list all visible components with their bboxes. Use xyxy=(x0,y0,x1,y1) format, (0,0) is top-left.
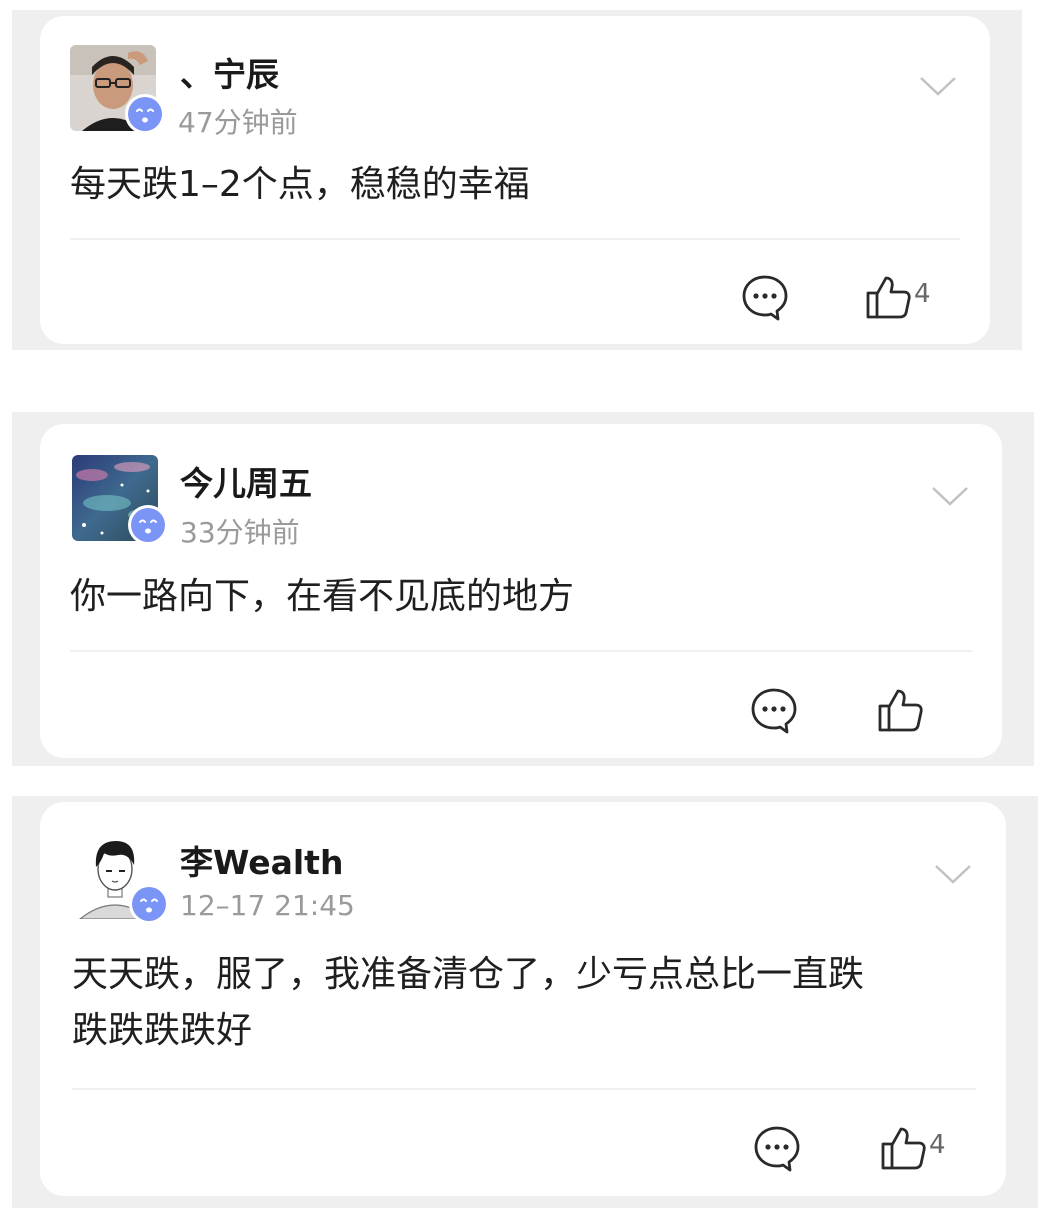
smiling-face-icon xyxy=(125,94,165,134)
post-content: 每天跌1–2个点，稳稳的幸福 xyxy=(70,164,530,205)
post-time: 12–17 21:45 xyxy=(180,889,355,922)
like-count: 4 xyxy=(914,279,931,309)
username[interactable]: 今儿周五 xyxy=(180,457,312,505)
post-content-line: 跌跌跌跌好 xyxy=(72,1010,253,1051)
chevron-down-icon[interactable] xyxy=(918,74,958,98)
comment-bubble-icon[interactable] xyxy=(740,273,790,323)
username[interactable]: 李Wealth xyxy=(180,836,343,884)
chevron-down-icon[interactable] xyxy=(933,862,973,886)
thumbs-up-icon[interactable] xyxy=(879,1124,929,1174)
thumbs-up-icon[interactable] xyxy=(864,273,914,323)
username[interactable]: 、宁辰 xyxy=(180,48,279,96)
chevron-down-icon[interactable] xyxy=(930,484,970,508)
post-content: 你一路向下，在看不见底的地方 xyxy=(70,576,575,617)
smiling-face-icon xyxy=(128,505,168,545)
divider xyxy=(72,1088,976,1090)
comment-bubble-icon[interactable] xyxy=(749,686,799,736)
post-time: 47分钟前 xyxy=(178,106,298,139)
post-content-line: 天天跌，服了，我准备清仓了，少亏点总比一直跌 xyxy=(72,954,865,995)
post-time: 33分钟前 xyxy=(180,516,300,549)
divider xyxy=(70,238,960,240)
post-content: 天天跌，服了，我准备清仓了，少亏点总比一直跌 跌跌跌跌好 xyxy=(72,947,992,1059)
comment-bubble-icon[interactable] xyxy=(752,1124,802,1174)
smiling-face-icon xyxy=(129,884,169,924)
like-count: 4 xyxy=(929,1130,946,1160)
divider xyxy=(70,650,972,652)
thumbs-up-icon[interactable] xyxy=(876,686,926,736)
